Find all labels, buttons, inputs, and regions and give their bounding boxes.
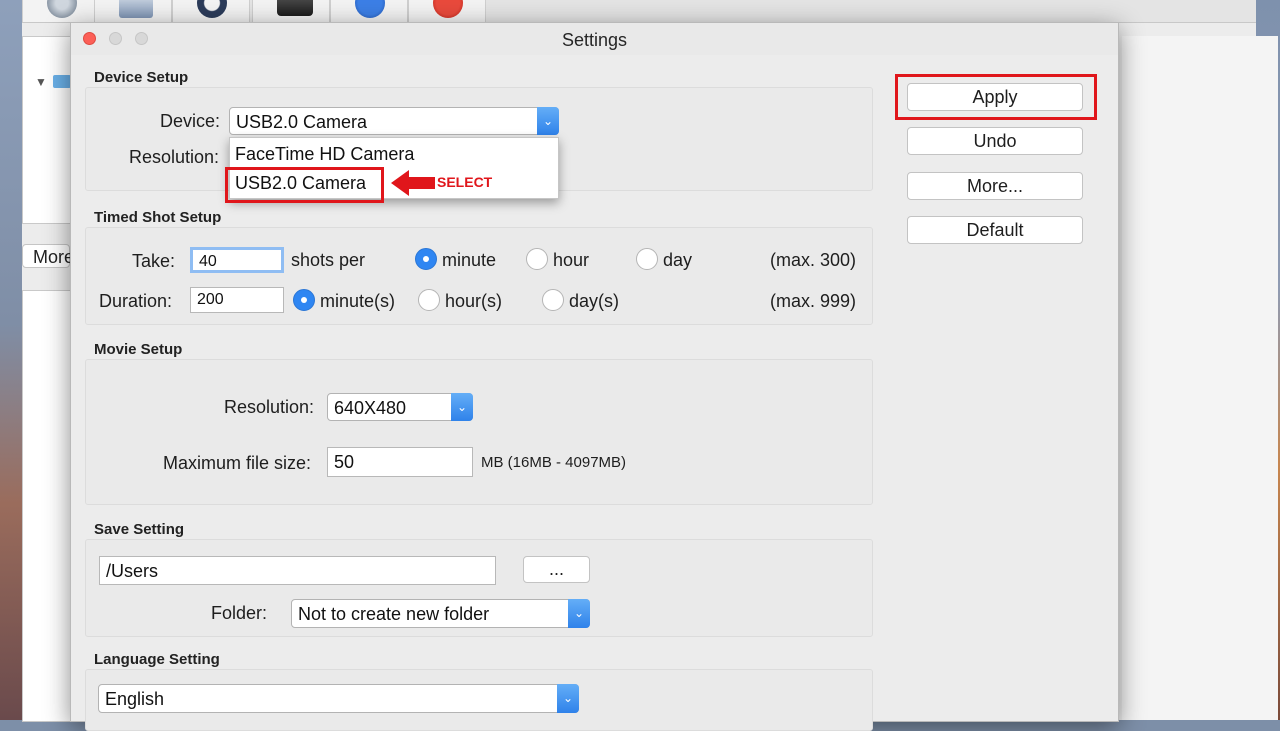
take-label: Take: [132, 251, 176, 271]
select-annotation: SELECT [437, 174, 493, 190]
movie-setup-group [85, 359, 873, 505]
take-input[interactable]: 40 [190, 247, 284, 273]
duration-max-label: (max. 999) [770, 291, 857, 311]
language-setting-heading: Language Setting [94, 651, 220, 668]
undo-button[interactable]: Undo [907, 127, 1083, 155]
movie-resolution-label: Resolution: [224, 397, 315, 417]
toolbar-scanner-button[interactable] [94, 0, 172, 22]
toolbar-settings-button[interactable] [22, 0, 100, 22]
chevron-down-icon: ⌄ [451, 393, 473, 421]
power-icon [433, 0, 463, 18]
duration-unit-hours-radio[interactable] [418, 289, 440, 311]
movie-resolution-select[interactable]: 640X480 ⌄ [327, 393, 473, 421]
duration-unit-minutes-label: minute(s) [320, 291, 396, 311]
take-unit-day-label: day [663, 250, 693, 270]
device-select-value: USB2.0 Camera [236, 112, 368, 132]
dialog-title: Settings [561, 30, 628, 50]
gear-icon [47, 0, 77, 18]
toolbar-clock-button[interactable] [172, 0, 250, 22]
save-setting-heading: Save Setting [94, 521, 185, 538]
take-unit-minute-radio[interactable] [415, 248, 437, 270]
help-icon [355, 0, 385, 18]
shots-per-label: shots per [291, 250, 366, 270]
device-label: Device: [160, 111, 221, 131]
dialog-titlebar: Settings [71, 23, 1118, 55]
device-option-facetime[interactable]: FaceTime HD Camera [235, 144, 414, 165]
folder-icon [53, 75, 71, 88]
folder-select-value: Not to create new folder [298, 604, 490, 624]
save-path-input[interactable]: /Users [99, 556, 496, 585]
toolbar-help-button[interactable] [330, 0, 408, 22]
more-button[interactable]: More [22, 244, 74, 268]
take-unit-hour-radio[interactable] [526, 248, 548, 270]
max-file-size-label: Maximum file size: [163, 453, 312, 473]
duration-unit-minutes-radio[interactable] [293, 289, 315, 311]
take-unit-hour-label: hour [553, 250, 590, 270]
device-tree-pane: ▼ [22, 36, 72, 224]
background-panel [1122, 36, 1278, 720]
red-arrow-icon [391, 170, 435, 196]
preview-pane [22, 290, 72, 722]
duration-unit-days-radio[interactable] [542, 289, 564, 311]
apply-highlight-box [895, 74, 1097, 120]
toolbar-power-button[interactable] [408, 0, 486, 22]
scanner-icon [119, 0, 153, 18]
max-file-size-hint: MB (16MB - 4097MB) [481, 454, 627, 471]
duration-label: Duration: [99, 291, 173, 311]
duration-input[interactable]: 200 [190, 287, 284, 313]
language-select-value: English [105, 689, 165, 709]
chevron-down-icon: ⌄ [537, 107, 559, 135]
device-resolution-label: Resolution: [129, 147, 220, 167]
more-options-button[interactable]: More... [907, 172, 1083, 200]
browse-button[interactable]: ... [523, 556, 590, 583]
movie-setup-heading: Movie Setup [94, 341, 183, 358]
settings-dialog: Settings Device Setup Device: USB2.0 Cam… [70, 22, 1119, 731]
folder-label: Folder: [211, 603, 268, 623]
main-toolbar [22, 0, 1256, 23]
max-file-size-input[interactable]: 50 [327, 447, 473, 477]
camera-icon [277, 0, 313, 16]
duration-unit-hours-label: hour(s) [445, 291, 503, 311]
device-setup-heading: Device Setup [94, 69, 189, 86]
take-max-label: (max. 300) [770, 250, 857, 270]
movie-resolution-value: 640X480 [334, 398, 407, 418]
take-unit-minute-label: minute [442, 250, 497, 270]
default-button[interactable]: Default [907, 216, 1083, 244]
chevron-down-icon: ⌄ [568, 599, 590, 628]
take-unit-day-radio[interactable] [636, 248, 658, 270]
toolbar-camera-button[interactable] [252, 0, 330, 22]
language-select[interactable]: English ⌄ [98, 684, 579, 713]
selection-highlight-box [225, 167, 384, 203]
folder-select[interactable]: Not to create new folder ⌄ [291, 599, 590, 628]
desktop-wallpaper-left [0, 0, 22, 720]
disclosure-triangle-icon[interactable]: ▼ [35, 75, 47, 89]
chevron-down-icon: ⌄ [557, 684, 579, 713]
clock-icon [197, 0, 227, 18]
device-select[interactable]: USB2.0 Camera ⌄ [229, 107, 559, 135]
timed-shot-heading: Timed Shot Setup [94, 209, 222, 226]
duration-unit-days-label: day(s) [569, 291, 620, 311]
